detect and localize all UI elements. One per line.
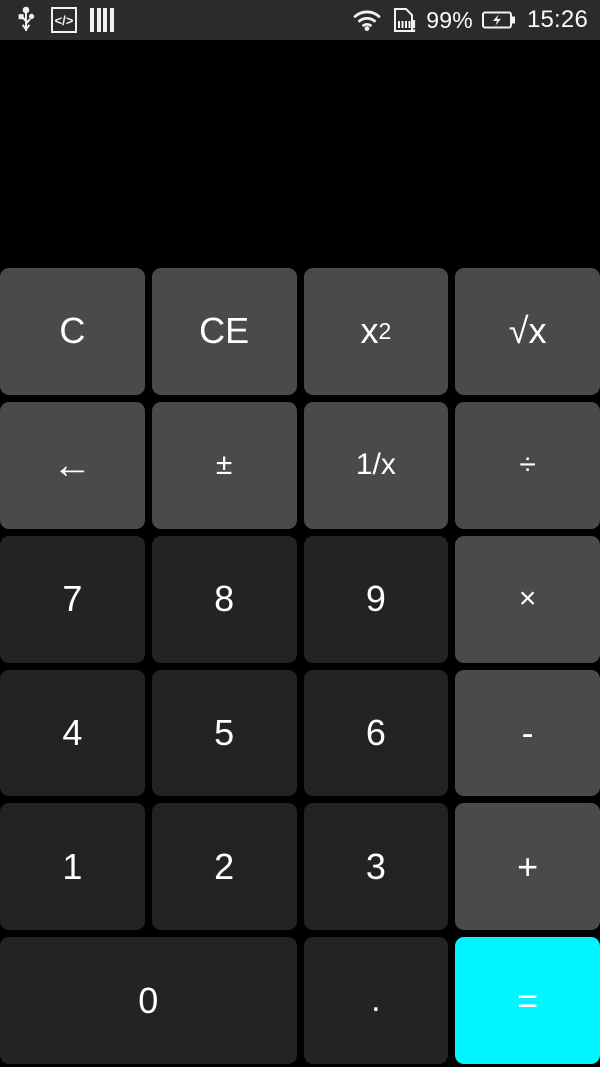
key-8[interactable]: 8 xyxy=(151,535,297,663)
key-clear[interactable]: C xyxy=(0,268,145,395)
key-0[interactable]: 0 xyxy=(0,937,297,1064)
usb-icon xyxy=(14,6,38,34)
key-6[interactable]: 6 xyxy=(303,669,449,797)
key-4[interactable]: 4 xyxy=(0,669,145,797)
status-bar: </> 99% 15:26 xyxy=(0,0,600,40)
key-5[interactable]: 5 xyxy=(151,669,297,797)
status-bar-right-icons: 99% 15:26 xyxy=(352,6,588,34)
clock-label: 15:26 xyxy=(526,6,588,33)
key-equals[interactable]: = xyxy=(455,937,600,1064)
wifi-icon xyxy=(352,8,382,32)
battery-percent-label: 99% xyxy=(426,6,473,33)
key-divide[interactable]: ÷ xyxy=(455,401,600,529)
keypad: C CE x 2 √x ← ±1/x ÷ 7 8 9 × 4 5 6- 1 2 3 +0. = xyxy=(0,268,600,1067)
status-bar-left-icons: </> xyxy=(14,6,114,34)
calculator-display[interactable] xyxy=(0,40,600,268)
calculator-app: </> 99% 15:26 C CE x 2 √x ← ± 1/x ÷ 7 8 … xyxy=(0,0,600,1067)
key-7[interactable]: 7 xyxy=(0,535,145,663)
key-square-root[interactable]: √x xyxy=(455,268,600,395)
developer-mode-icon: </> xyxy=(51,7,77,33)
key-square[interactable]: x2 xyxy=(303,268,449,395)
key-multiply[interactable]: × xyxy=(455,535,600,663)
key-backspace[interactable]: ← xyxy=(0,401,145,529)
bars-icon xyxy=(90,8,114,32)
key-2[interactable]: 2 xyxy=(151,803,297,931)
battery-charging-icon xyxy=(481,10,516,30)
developer-mode-label: </> xyxy=(54,12,74,28)
key-1[interactable]: 1 xyxy=(0,803,145,931)
key-3[interactable]: 3 xyxy=(303,803,449,931)
key-subtract[interactable]: - xyxy=(455,669,600,797)
sim-card-alert-icon xyxy=(391,7,417,33)
key-plus-minus[interactable]: ± xyxy=(151,401,297,529)
key-decimal[interactable]: . xyxy=(303,937,449,1064)
key-clear-entry[interactable]: CE xyxy=(151,268,297,395)
key-9[interactable]: 9 xyxy=(303,535,449,663)
key-add[interactable]: + xyxy=(455,803,600,931)
key-square-label: x xyxy=(360,310,379,352)
key-reciprocal[interactable]: 1/x xyxy=(303,401,449,529)
